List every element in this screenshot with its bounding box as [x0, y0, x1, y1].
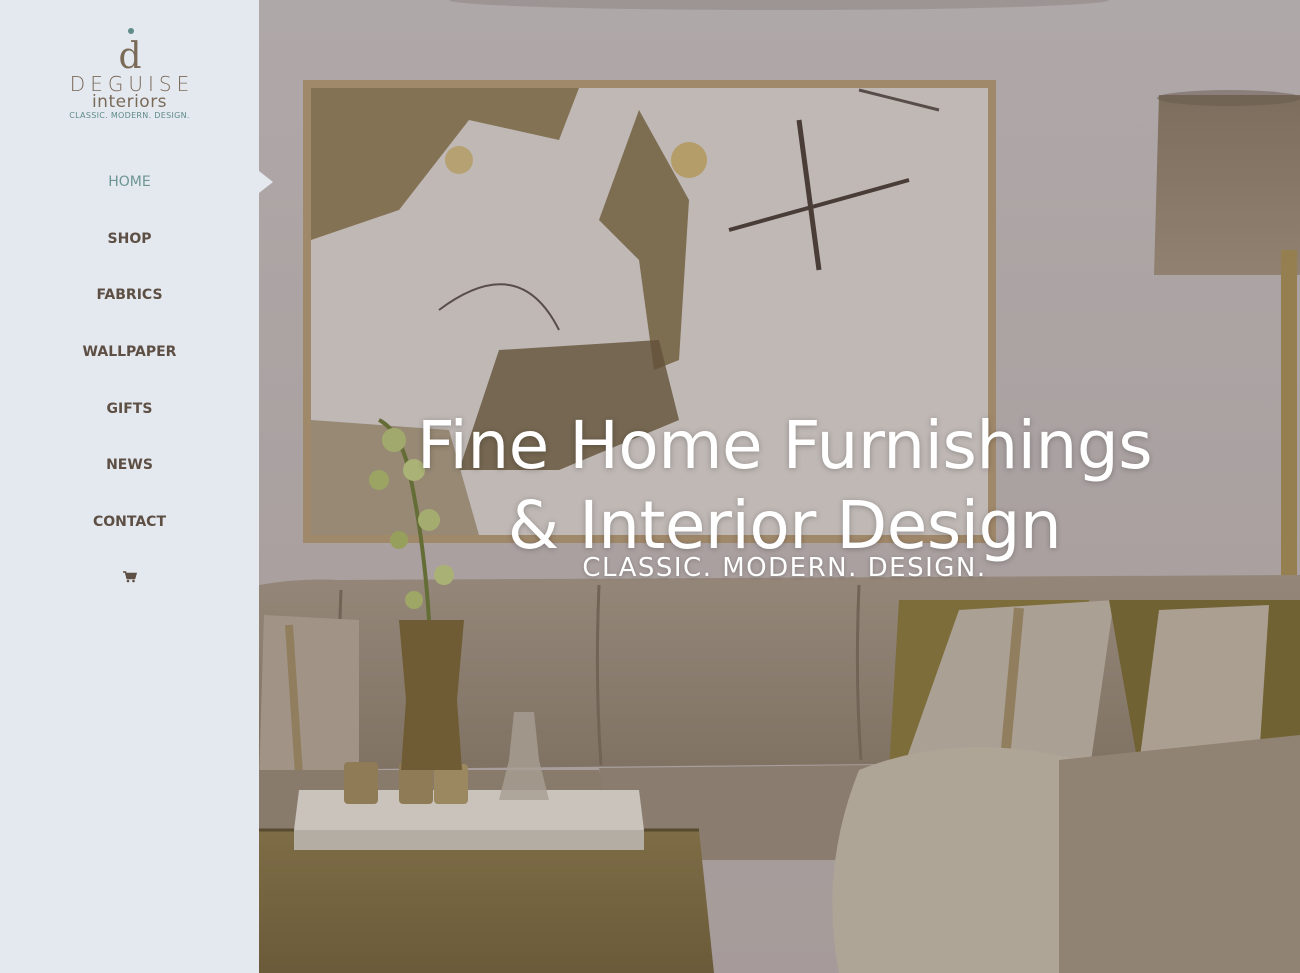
hero-banner: Fine Home Furnishings & Interior Design … [259, 0, 1300, 973]
nav-item-label: GIFTS [106, 400, 153, 417]
nav-item-fabrics[interactable]: FABRICS [0, 275, 259, 332]
nav-item-label: NEWS [106, 457, 153, 474]
hero-title-line-1: Fine Home Furnishings [416, 407, 1153, 485]
nav-item-gifts[interactable]: GIFTS [0, 389, 259, 446]
logo-subname: interiors [91, 92, 168, 112]
nav-item-shop[interactable]: SHOP [0, 219, 259, 276]
nav-item-cart[interactable] [0, 559, 259, 616]
nav-item-label: SHOP [107, 230, 152, 247]
sidebar: d DEGUISE interiors CLASSIC. MODERN. DES… [0, 0, 273, 973]
logo-mark-letter: d [118, 36, 141, 74]
nav-item-wallpaper[interactable]: WALLPAPER [0, 332, 259, 389]
nav-item-label: FABRICS [96, 287, 163, 304]
logo-tagline: CLASSIC. MODERN. DESIGN. [69, 111, 190, 120]
shopping-cart-icon [122, 559, 137, 599]
nav-item-news[interactable]: NEWS [0, 445, 259, 502]
nav-item-label: CONTACT [92, 514, 166, 531]
nav-item-label: HOME [108, 174, 151, 190]
nav-item-home[interactable]: HOME [0, 162, 273, 219]
logo-mark-icon: d [110, 26, 150, 74]
nav-item-label: WALLPAPER [82, 344, 177, 361]
main-nav: HOME SHOP FABRICS WALLPAPER GIFTS NEWS C… [0, 162, 273, 616]
hero-tagline: CLASSIC. MODERN. DESIGN. [582, 553, 987, 583]
nav-item-contact[interactable]: CONTACT [0, 502, 259, 559]
page: d DEGUISE interiors CLASSIC. MODERN. DES… [0, 0, 1300, 973]
hero-title: Fine Home Furnishings & Interior Design [259, 406, 1300, 566]
site-logo[interactable]: d DEGUISE interiors CLASSIC. MODERN. DES… [0, 26, 259, 120]
